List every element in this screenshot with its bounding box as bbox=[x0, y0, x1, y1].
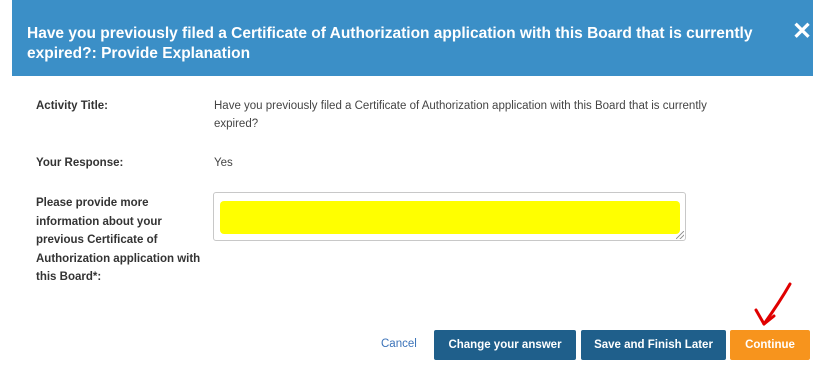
activity-title-value: Have you previously filed a Certificate … bbox=[214, 100, 707, 130]
dialog-header: Have you previously filed a Certificate … bbox=[12, 0, 813, 76]
response-label: Your Response: bbox=[36, 157, 124, 169]
cancel-link[interactable]: Cancel bbox=[381, 338, 417, 350]
dialog-title: Have you previously filed a Certificate … bbox=[27, 25, 753, 62]
activity-title-label: Activity Title: bbox=[36, 100, 108, 112]
resize-handle[interactable] bbox=[676, 231, 684, 239]
explanation-dialog: Have you previously filed a Certificate … bbox=[0, 0, 813, 376]
explanation-textarea[interactable] bbox=[213, 192, 686, 241]
change-answer-button[interactable]: Change your answer bbox=[434, 330, 576, 360]
redaction-highlight bbox=[220, 201, 680, 234]
save-later-button[interactable]: Save and Finish Later bbox=[581, 330, 726, 360]
info-label: Please provide more information about yo… bbox=[36, 197, 201, 283]
continue-button[interactable]: Continue bbox=[730, 330, 810, 360]
response-value: Yes bbox=[214, 157, 233, 169]
annotation-arrow-icon bbox=[754, 282, 792, 326]
close-icon[interactable]: ✕ bbox=[789, 18, 813, 46]
